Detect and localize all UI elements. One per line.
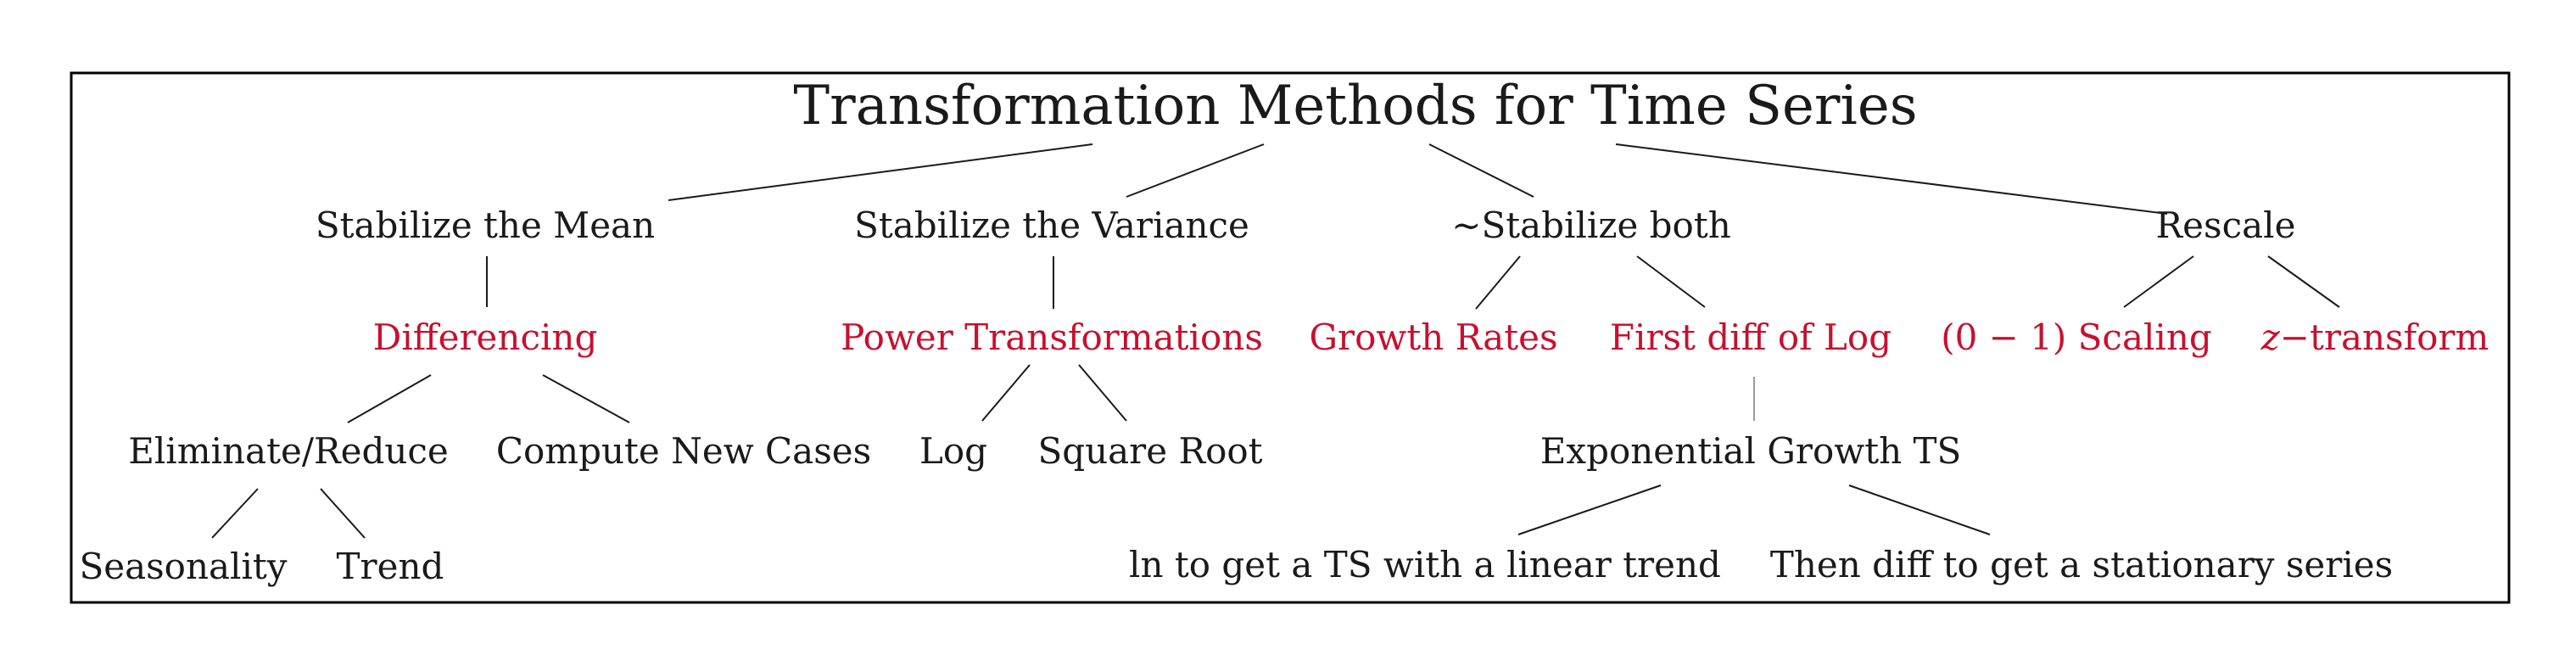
edge-differencing-to-eliminate [347,374,432,423]
node-diff-stationary: Then diff to get a stationary series [1770,544,2393,585]
edge-both-to-first-diff-log [1636,255,1706,308]
transform-suffix: −transform [2280,316,2489,358]
edge-rescale-to-scaling [2123,255,2194,308]
edge-title-to-variance [1126,143,1265,198]
node-trend: Trend [337,546,444,587]
edge-differencing-to-new-cases [542,374,630,423]
node-differencing: Differencing [373,316,598,358]
node-square-root: Square Root [1037,430,1262,472]
node-compute-new-cases: Compute New Cases [496,430,871,472]
edge-rescale-to-z-transform [2267,255,2340,308]
diagram-title: Transformation Methods for Time Series [793,75,1917,137]
edge-title-to-rescale [1615,143,2168,215]
node-stabilize-both: ~Stabilize both [1451,204,1731,246]
node-scaling: (0 − 1) Scaling [1941,316,2212,358]
edge-exp-to-diff [1848,484,1991,535]
node-log: Log [919,430,987,472]
node-power-transformations: Power Transformations [841,316,1263,358]
node-growth-rates: Growth Rates [1309,316,1557,358]
node-eliminate-reduce: Eliminate/Reduce [128,430,449,472]
edge-power-to-sqrt [1078,364,1127,422]
edge-eliminate-to-seasonality [211,488,259,539]
edge-power-to-log [981,364,1031,422]
node-exponential-growth-ts: Exponential Growth TS [1540,430,1962,472]
z-variable: z [2260,316,2281,358]
node-first-diff-log: First diff of Log [1610,316,1891,358]
node-rescale: Rescale [2156,204,2296,246]
node-stabilize-mean: Stabilize the Mean [316,204,655,246]
edge-eliminate-to-trend [320,488,366,539]
diagram-canvas: Transformation Methods for Time Series S… [70,71,2511,604]
edge-both-to-growth-rates [1475,255,1521,310]
node-stabilize-variance: Stabilize the Variance [854,204,1249,246]
edge-title-to-mean [668,143,1093,201]
node-z-transform: z−transform [2260,316,2489,358]
node-ln-linear-trend: ln to get a TS with a linear trend [1129,544,1721,585]
edge-title-to-both [1428,143,1534,198]
node-seasonality: Seasonality [79,546,287,587]
edge-exp-to-ln [1517,484,1662,535]
